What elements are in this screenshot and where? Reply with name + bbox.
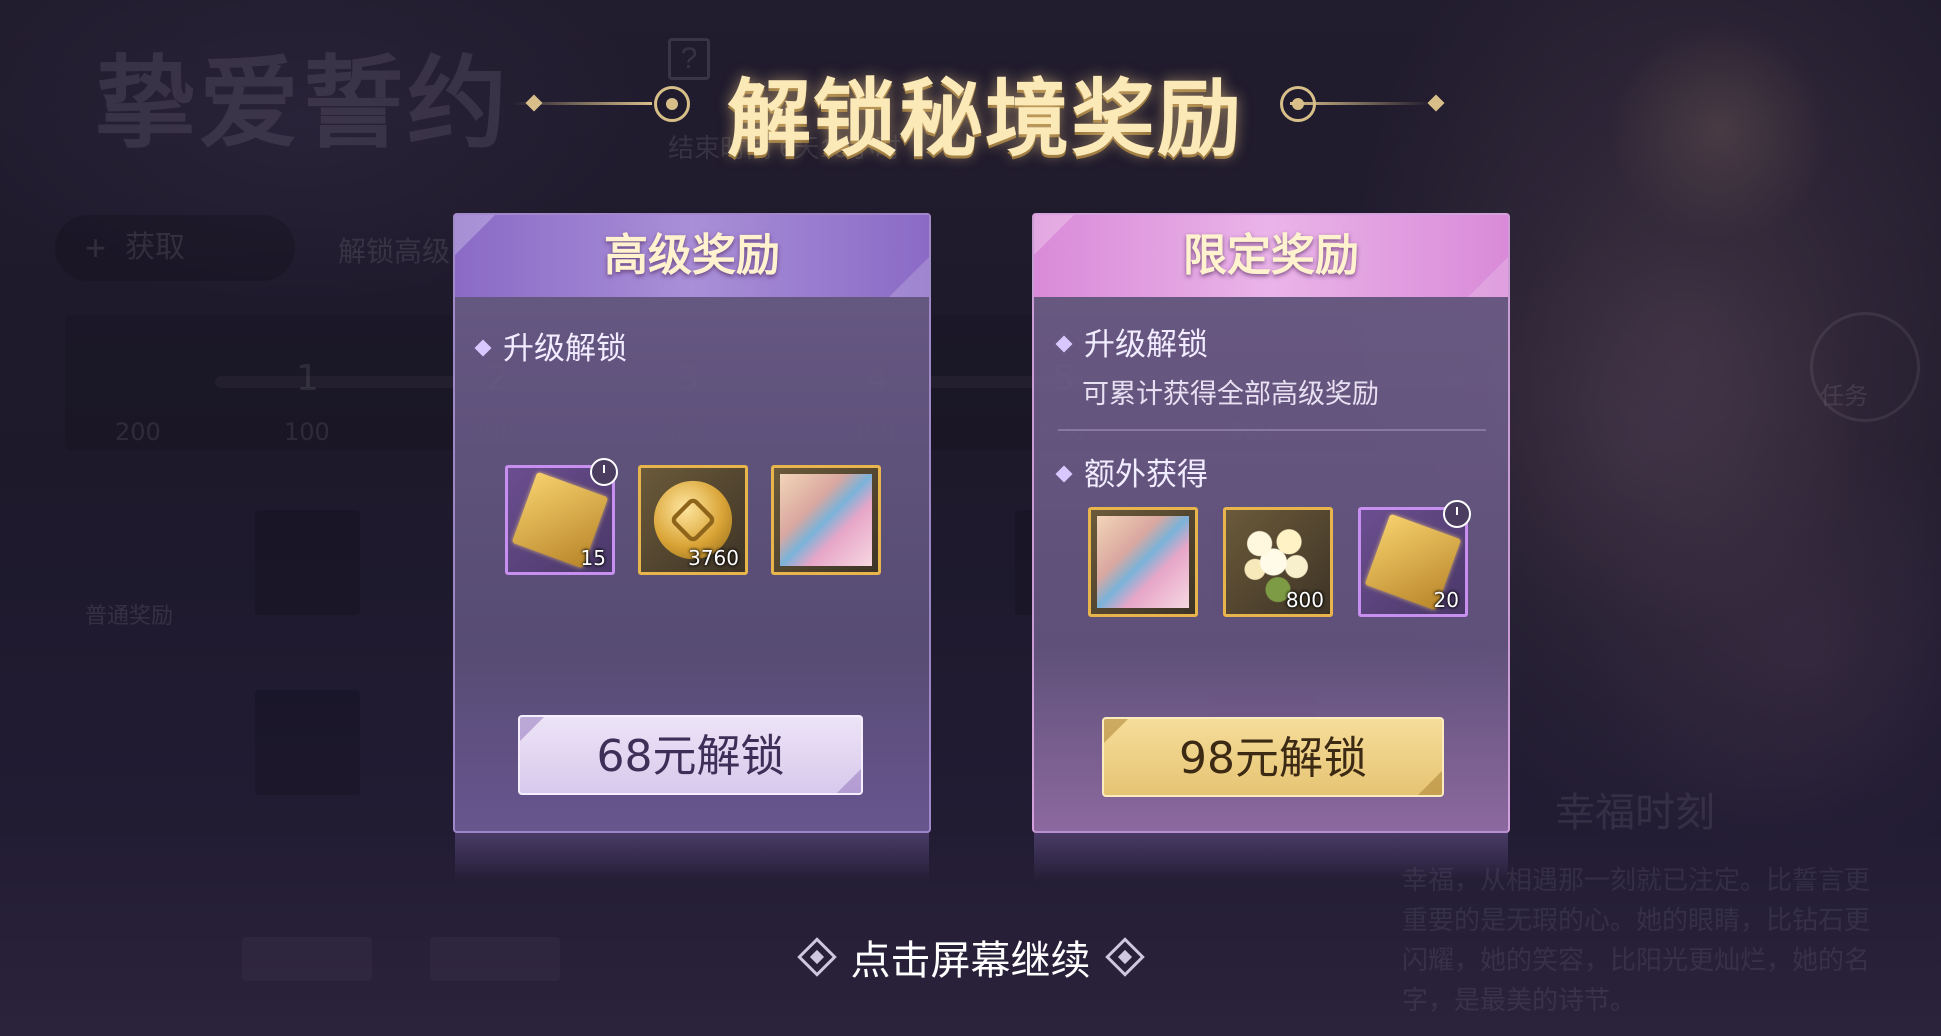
unlock-68-label: 68元解锁 xyxy=(596,731,785,782)
ornament-line xyxy=(1290,102,1430,105)
item-count: 800 xyxy=(1285,588,1324,612)
diamond-ornament-icon xyxy=(796,937,837,977)
bullet-diamond-icon xyxy=(1055,335,1073,353)
unlock-68-button[interactable]: 68元解锁 xyxy=(518,715,863,795)
premium-card-header: 高级奖励 xyxy=(455,215,929,297)
ornament-line xyxy=(512,102,652,105)
reward-item-skin[interactable] xyxy=(771,465,881,575)
unlock-98-button[interactable]: 98元解锁 xyxy=(1102,717,1444,797)
reward-item-coin[interactable]: 3760 xyxy=(638,465,748,575)
timer-icon xyxy=(590,458,618,486)
bullet-diamond-icon xyxy=(474,339,492,357)
reward-item-ticket[interactable]: 20 xyxy=(1358,500,1471,617)
item-count: 3760 xyxy=(688,546,739,570)
premium-reward-card: 高级奖励 升级解锁 15 3760 68元解锁 xyxy=(453,213,931,881)
limited-card-title: 限定奖励 xyxy=(1183,230,1359,281)
reward-item-bouquet[interactable]: 800 xyxy=(1223,507,1333,617)
extra-rewards-label: 额外获得 xyxy=(1055,449,1208,494)
item-count: 15 xyxy=(580,546,606,570)
reward-item-skin[interactable] xyxy=(1088,507,1198,617)
premium-upgrade-label: 升级解锁 xyxy=(474,323,627,368)
reward-item-ticket[interactable]: 15 xyxy=(505,458,618,575)
limited-card-header: 限定奖励 xyxy=(1034,215,1508,297)
limited-reward-card: 限定奖励 升级解锁 可累计获得全部高级奖励 额外获得 800 20 98元解锁 xyxy=(1032,213,1510,881)
premium-card-title: 高级奖励 xyxy=(604,230,780,281)
bullet-diamond-icon xyxy=(1055,465,1073,483)
ornament-diamond-icon xyxy=(1427,94,1445,112)
section-divider xyxy=(1058,429,1486,431)
limited-upgrade-label: 升级解锁 xyxy=(1055,319,1208,364)
continue-label: 点击屏幕继续 xyxy=(850,938,1091,984)
popup-title: 解锁秘境奖励 xyxy=(726,70,1243,168)
skin-portrait-icon xyxy=(780,474,872,566)
unlock-98-label: 98元解锁 xyxy=(1179,733,1367,784)
diamond-ornament-icon xyxy=(1104,937,1145,977)
item-count: 20 xyxy=(1433,588,1459,612)
popup-heading: 解锁秘境奖励 xyxy=(0,52,1941,168)
timer-icon xyxy=(1443,500,1471,528)
ornament-ring-icon xyxy=(654,86,690,122)
limited-upgrade-desc: 可累计获得全部高级奖励 xyxy=(1082,379,1379,410)
tap-to-continue[interactable]: 点击屏幕继续 xyxy=(0,928,1941,986)
skin-portrait-icon xyxy=(1097,516,1189,608)
